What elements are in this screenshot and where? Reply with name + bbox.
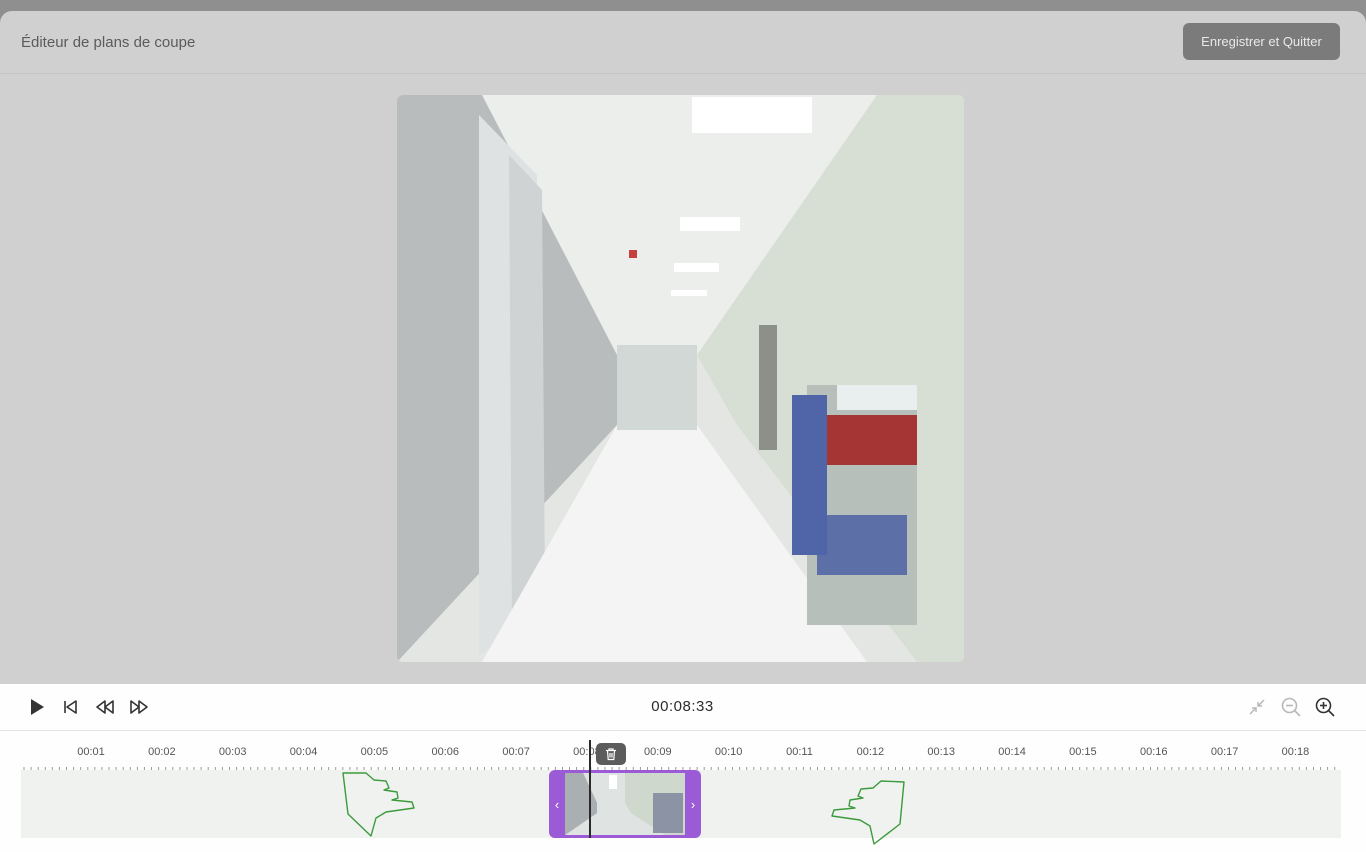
ruler-tick-label: 00:10	[714, 746, 743, 758]
ruler-tick-label: 00:15	[1069, 746, 1097, 758]
drag-hint-hand-right-icon	[831, 780, 905, 845]
ruler-tick-label: 00:09	[644, 746, 672, 758]
ruler-tick-label: 00:14	[998, 746, 1026, 758]
ruler-tick-label: 00:02	[148, 746, 176, 758]
modal-header: Éditeur de plans de coupe Enregistrer et…	[0, 11, 1366, 74]
zoom-out-icon[interactable]	[1280, 696, 1302, 718]
ruler-tick-label: 00:13	[927, 746, 955, 758]
video-frame-image	[397, 95, 964, 662]
timeline-clip[interactable]: ‹ ›	[549, 770, 701, 838]
ruler-tick-label: 00:12	[856, 746, 885, 758]
clip-thumbnail	[565, 773, 685, 835]
ruler-tick-label: 00:07	[502, 746, 530, 758]
ruler-tick-label: 00:05	[360, 746, 389, 758]
ruler-tick-label: 00:17	[1210, 746, 1239, 758]
ruler-tick-label: 00:16	[1139, 746, 1168, 758]
ruler-tick-label: 00:06	[431, 746, 460, 758]
fit-timeline-icon[interactable]	[1246, 696, 1268, 718]
video-preview	[397, 95, 964, 662]
play-icon[interactable]	[26, 696, 48, 718]
drag-hint-hand-left-icon	[342, 772, 415, 837]
player-controls: 00:08:33 00:01 00:02 00:03 00:04 00:05 00:06 0…	[0, 684, 1366, 852]
clip-end-handle[interactable]: ›	[685, 770, 701, 838]
ruler-tick-label: 00:01	[77, 746, 105, 758]
current-timecode: 00:08:33	[651, 698, 714, 715]
skip-start-icon[interactable]	[60, 696, 82, 718]
modal-title: Éditeur de plans de coupe	[21, 34, 196, 51]
zoom-in-icon[interactable]	[1314, 696, 1336, 718]
delete-clip-button[interactable]	[596, 743, 626, 765]
timeline-ruler[interactable]: 00:01 00:02 00:03 00:04 00:05 00:06 00:07 00:08…	[21, 742, 1341, 772]
fast-forward-icon[interactable]	[128, 696, 150, 718]
rewind-icon[interactable]	[94, 696, 116, 718]
trash-icon	[606, 748, 616, 761]
clip-start-handle[interactable]: ‹	[549, 770, 565, 838]
ruler-tick-label: 00:18	[1281, 746, 1310, 758]
ruler-tick-label: 00:11	[786, 746, 813, 758]
transport-bar: 00:08:33	[0, 684, 1366, 731]
ruler-tick-label: 00:04	[289, 746, 318, 758]
save-and-quit-button[interactable]: Enregistrer et Quitter	[1183, 23, 1340, 60]
ruler-tick-label: 00:03	[218, 746, 247, 758]
playhead[interactable]	[589, 740, 591, 838]
timeline-track[interactable]: ‹ ›	[21, 770, 1341, 838]
